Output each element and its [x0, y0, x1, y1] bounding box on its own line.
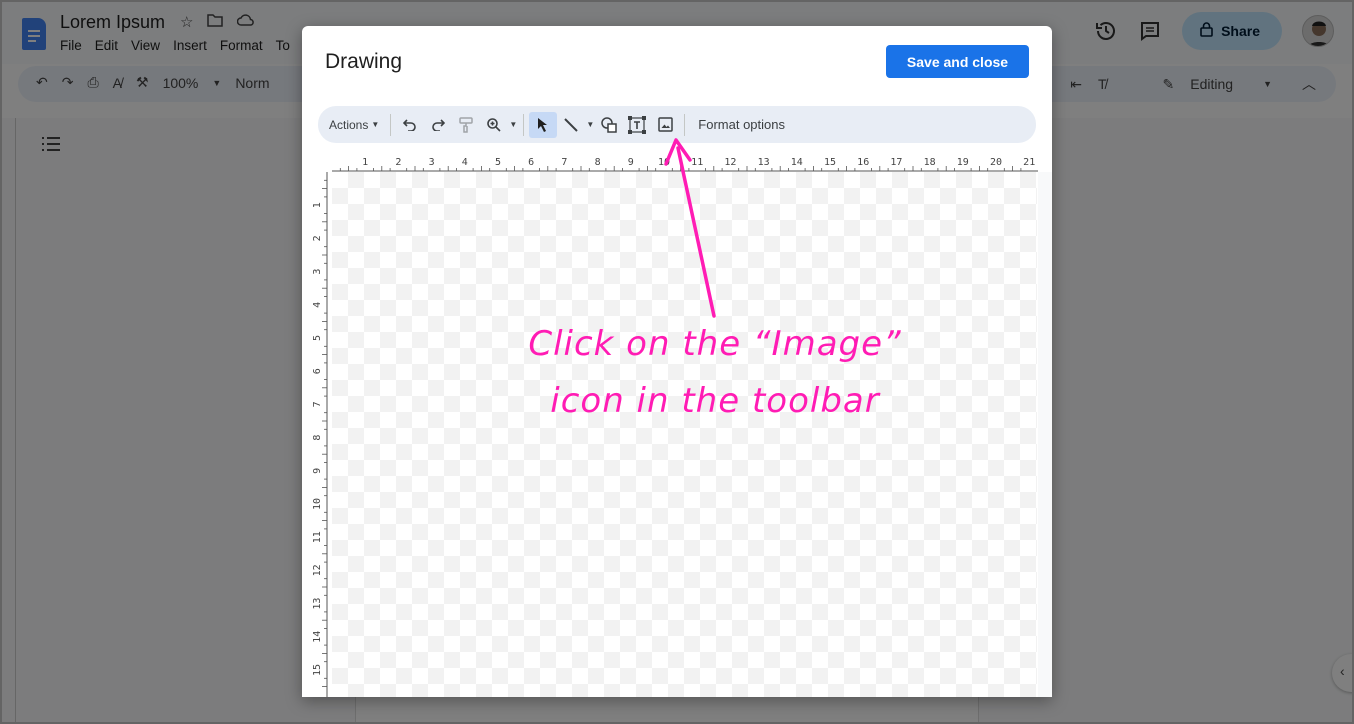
ruler-tick-label: 7: [561, 157, 567, 168]
ruler-tick-label: 15: [312, 664, 323, 676]
vertical-ruler: 123456789101112131415: [312, 172, 328, 697]
ruler-tick-label: 11: [691, 157, 703, 168]
ruler-tick-label: 9: [312, 468, 323, 474]
ruler-tick-label: 13: [312, 598, 323, 610]
ruler-tick-label: 1: [312, 202, 323, 208]
drawing-canvas[interactable]: [332, 172, 1037, 697]
format-options-button[interactable]: Format options: [690, 112, 785, 138]
ruler-tick-label: 4: [462, 157, 468, 168]
image-icon[interactable]: [651, 112, 679, 138]
ruler-tick-label: 9: [628, 157, 634, 168]
ruler-tick-label: 5: [495, 157, 501, 168]
redo-icon[interactable]: [424, 112, 452, 138]
ruler-tick-label: 1: [362, 157, 368, 168]
ruler-tick-label: 14: [312, 631, 323, 643]
zoom-icon[interactable]: [480, 112, 508, 138]
ruler-tick-label: 12: [724, 157, 736, 168]
ruler-tick-label: 12: [312, 564, 323, 576]
dialog-title: Drawing: [325, 50, 403, 73]
select-cursor-icon[interactable]: [529, 111, 558, 138]
ruler-tick-label: 8: [312, 435, 323, 441]
ruler-tick-label: 6: [312, 368, 323, 374]
ruler-tick-label: 16: [857, 157, 869, 168]
chevron-down-icon: ▼: [371, 120, 380, 129]
chevron-down-icon[interactable]: ▼: [585, 112, 595, 138]
ruler-tick-label: 10: [658, 157, 670, 168]
undo-icon[interactable]: [396, 112, 424, 138]
ruler-tick-label: 15: [824, 157, 836, 168]
ruler-tick-label: 14: [791, 157, 803, 168]
ruler-tick-label: 2: [312, 235, 323, 241]
ruler-tick-label: 2: [395, 157, 401, 168]
chevron-down-icon[interactable]: ▼: [508, 112, 518, 138]
ruler-tick-label: 17: [890, 157, 902, 168]
ruler-tick-label: 13: [758, 157, 770, 168]
text-box-icon[interactable]: [623, 112, 651, 138]
ruler-tick-label: 18: [924, 157, 936, 168]
ruler-tick-label: 20: [990, 157, 1002, 168]
ruler-tick-label: 6: [528, 157, 534, 168]
annotation-line-2: icon in the toolbar: [550, 381, 880, 421]
actions-menu-button[interactable]: Actions ▼: [329, 112, 385, 138]
ruler-tick-label: 3: [429, 157, 435, 168]
ruler-tick-label: 7: [312, 401, 323, 407]
annotation-callout: Click on the “Image” icon in the toolbar: [505, 316, 925, 430]
line-icon[interactable]: [557, 112, 585, 138]
ruler-tick-label: 19: [957, 157, 969, 168]
shape-icon[interactable]: [595, 112, 623, 138]
ruler-tick-label: 10: [312, 498, 323, 510]
ruler-tick-label: 3: [312, 269, 323, 275]
save-and-close-button[interactable]: Save and close: [886, 45, 1029, 78]
actions-label: Actions: [329, 117, 369, 132]
drawing-toolbar: Actions ▼ ▼ ▼ Format options: [318, 106, 1036, 143]
annotation-line-1: Click on the “Image”: [528, 324, 902, 364]
ruler-tick-label: 11: [312, 531, 323, 543]
ruler-tick-label: 4: [312, 302, 323, 308]
ruler-tick-label: 21: [1023, 157, 1035, 168]
horizontal-ruler: 1 2 3 4 5 6 7 8 9 10 11 12 13 14 15 16 17 18 19 20 21: [332, 157, 1038, 172]
ruler-tick-label: 5: [312, 335, 323, 341]
paint-format-icon[interactable]: [452, 112, 480, 138]
ruler-tick-label: 8: [595, 157, 601, 168]
